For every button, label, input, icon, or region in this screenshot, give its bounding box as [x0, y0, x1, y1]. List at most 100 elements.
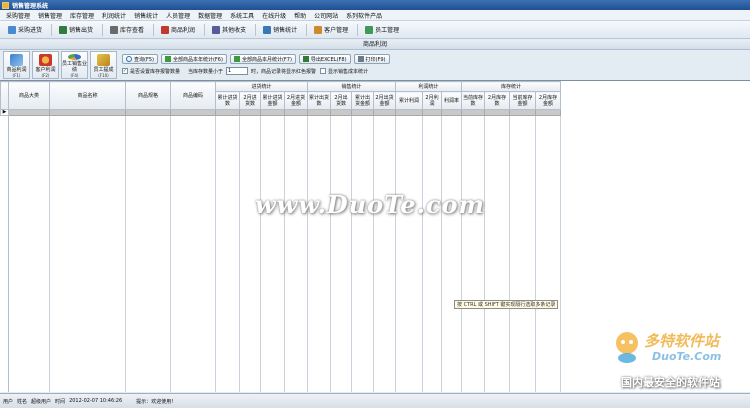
- purchase-label: 采购进货: [18, 27, 43, 34]
- row-indicator-header: [0, 81, 9, 110]
- logo-en: DuoTe.Com: [652, 350, 722, 363]
- col-header[interactable]: 2月出货金额: [373, 91, 396, 110]
- query-button[interactable]: 查询(F5): [122, 54, 158, 64]
- money-icon: [212, 25, 221, 34]
- other-income-button[interactable]: 其他收支: [207, 23, 251, 37]
- user-label: 用户: [3, 398, 14, 405]
- col-header[interactable]: 2月出货数: [330, 91, 352, 110]
- name-label: 姓名: [17, 398, 28, 405]
- staff-sales-button[interactable]: 员工销售业绩 (F4): [61, 51, 88, 79]
- col-header[interactable]: 累计出货金额: [351, 91, 374, 110]
- staff-sales-shortcut: (F4): [70, 73, 79, 78]
- customer-profit-shortcut: (F2): [41, 73, 50, 78]
- col-header[interactable]: 累计利润: [395, 91, 423, 110]
- col-header[interactable]: 商品编码: [170, 81, 216, 110]
- col-header[interactable]: 2月库存金额: [535, 91, 561, 110]
- options-row: ✓ 是否设置库存报警数量 当库存数量小于 1 时，商品记录将显示红色报警 显示销…: [122, 66, 368, 76]
- year-stats-button[interactable]: 全部商品本年统计(F6): [160, 54, 227, 64]
- menu-upgrade[interactable]: 在线升级: [258, 11, 290, 20]
- menu-website[interactable]: 公司网站: [310, 11, 342, 20]
- title-bar: 销售管理系统: [0, 0, 750, 10]
- col-header[interactable]: 2月利润: [422, 91, 442, 110]
- col-header[interactable]: 当前库存金额: [509, 91, 536, 110]
- cart-icon: [8, 25, 16, 34]
- staff-commission-button[interactable]: 员工提成 (F10): [90, 51, 117, 79]
- col-header[interactable]: 2月进货数: [239, 91, 261, 110]
- show-cost-checkbox[interactable]: [320, 68, 327, 74]
- staff-commission-shortcut: (F10): [98, 73, 109, 78]
- staff-button[interactable]: 员工管理: [360, 23, 404, 37]
- customer-button[interactable]: 客户管理: [309, 23, 353, 37]
- time-label: 时间: [55, 398, 66, 405]
- staff-sales-label: 员工销售业绩: [62, 61, 88, 73]
- menu-staff[interactable]: 人员管理: [162, 11, 194, 20]
- logo-slogan: 国内最安全的软件站: [621, 376, 720, 389]
- profit-label: 商品利润: [171, 27, 196, 34]
- watermark-text: www.DuoTe.com: [255, 190, 485, 219]
- col-header[interactable]: 累计出货数: [307, 91, 331, 110]
- tooltip: 按 CTRL 或 SHIFT 键实现隔行选取多条记录: [454, 300, 559, 309]
- col-header[interactable]: 2月库存数: [484, 91, 510, 110]
- check-icon: [233, 56, 240, 62]
- stock-alarm-label: 是否设置库存报警数量: [130, 68, 181, 75]
- toolbar-divider: [306, 23, 308, 36]
- excel-icon: [302, 56, 309, 62]
- qty-threshold-input[interactable]: 1: [226, 67, 249, 75]
- menu-bar: 采购管理 销售管理 库存管理 利润统计 销售统计 人员管理 数据管理 系统工具 …: [0, 10, 750, 21]
- product-profit-shortcut: (F1): [12, 73, 21, 78]
- product-profit-button[interactable]: 商品利润 (F1): [3, 51, 30, 79]
- hint-label: 提示：: [136, 398, 152, 405]
- menu-data[interactable]: 数据管理: [194, 11, 226, 20]
- report-type-buttons: 商品利润 (F1) 客户利润 (F2) 员工销售业绩 (F4) 员工提成 (F1…: [3, 51, 118, 79]
- col-header[interactable]: 累计进货金额: [260, 91, 285, 110]
- col-header[interactable]: 商品规格: [125, 81, 171, 110]
- check-icon: [164, 56, 171, 62]
- status-bar: 用户 姓名 超级用户 时间 2012-02-07 10:46:26 提示： 欢迎…: [0, 393, 750, 408]
- menu-products[interactable]: 系列软件产品: [342, 11, 386, 20]
- menu-help[interactable]: 帮助: [290, 11, 310, 20]
- toolbar-divider: [357, 23, 359, 36]
- purchase-button[interactable]: 采购进货: [3, 23, 47, 37]
- group-header: 利润统计: [395, 81, 462, 92]
- inventory-label: 库存查看: [120, 27, 145, 34]
- col-header[interactable]: 商品大类: [8, 81, 50, 110]
- sales-stats-label: 销售统计: [273, 27, 298, 34]
- menu-inventory[interactable]: 库存管理: [66, 11, 98, 20]
- sales-stats-button[interactable]: 销售统计: [258, 23, 302, 37]
- user-name: 超级用户: [31, 398, 52, 405]
- duote-logo: 多特软件站 DuoTe.Com 国内最安全的软件站: [602, 326, 748, 396]
- menu-profit[interactable]: 利润统计: [98, 11, 130, 20]
- customer-profit-button[interactable]: 客户利润 (F2): [32, 51, 59, 79]
- empty-area: [0, 115, 561, 392]
- menu-tools[interactable]: 系统工具: [226, 11, 258, 20]
- hint-text: 欢迎使用!: [151, 398, 174, 405]
- toolbar-divider: [102, 23, 104, 36]
- export-excel-label: 导出EXCEL(F8): [310, 56, 347, 63]
- print-button[interactable]: 打印(F9): [353, 54, 390, 64]
- sales-button[interactable]: 销售出货: [54, 23, 98, 37]
- customer-icon: [314, 25, 323, 34]
- menu-sales[interactable]: 销售管理: [34, 11, 66, 20]
- menu-purchase[interactable]: 采购管理: [2, 11, 34, 20]
- other-income-label: 其他收支: [222, 27, 247, 34]
- col-header[interactable]: 累计进货数: [215, 91, 240, 110]
- col-header[interactable]: 当前库存数: [461, 91, 485, 110]
- commission-icon: [97, 54, 110, 66]
- app-icon: [2, 1, 9, 9]
- query-label: 查询(F5): [134, 56, 154, 63]
- menu-sales-stats[interactable]: 销售统计: [130, 11, 162, 20]
- profit-button[interactable]: 商品利润: [156, 23, 200, 37]
- export-excel-button[interactable]: 导出EXCEL(F8): [298, 54, 351, 64]
- inventory-button[interactable]: 库存查看: [105, 23, 149, 37]
- col-header[interactable]: 商品名称: [49, 81, 126, 110]
- warehouse-icon: [110, 25, 119, 34]
- month-stats-button[interactable]: 全部商品本月统计(F7): [229, 54, 296, 64]
- col-header[interactable]: 2月进货金额: [284, 91, 308, 110]
- col-header[interactable]: 利润率: [441, 91, 462, 110]
- toolbar-divider: [51, 23, 53, 36]
- stock-alarm-checkbox[interactable]: ✓: [122, 68, 128, 74]
- profit-table: 商品大类 商品名称 商品规格 商品编码 进货统计 销售统计 利润统计 库存统计 …: [0, 81, 561, 392]
- group-header: 进货统计: [215, 81, 308, 92]
- qty-threshold-label: 当库存数量小于: [188, 68, 224, 75]
- printer-icon: [357, 56, 364, 62]
